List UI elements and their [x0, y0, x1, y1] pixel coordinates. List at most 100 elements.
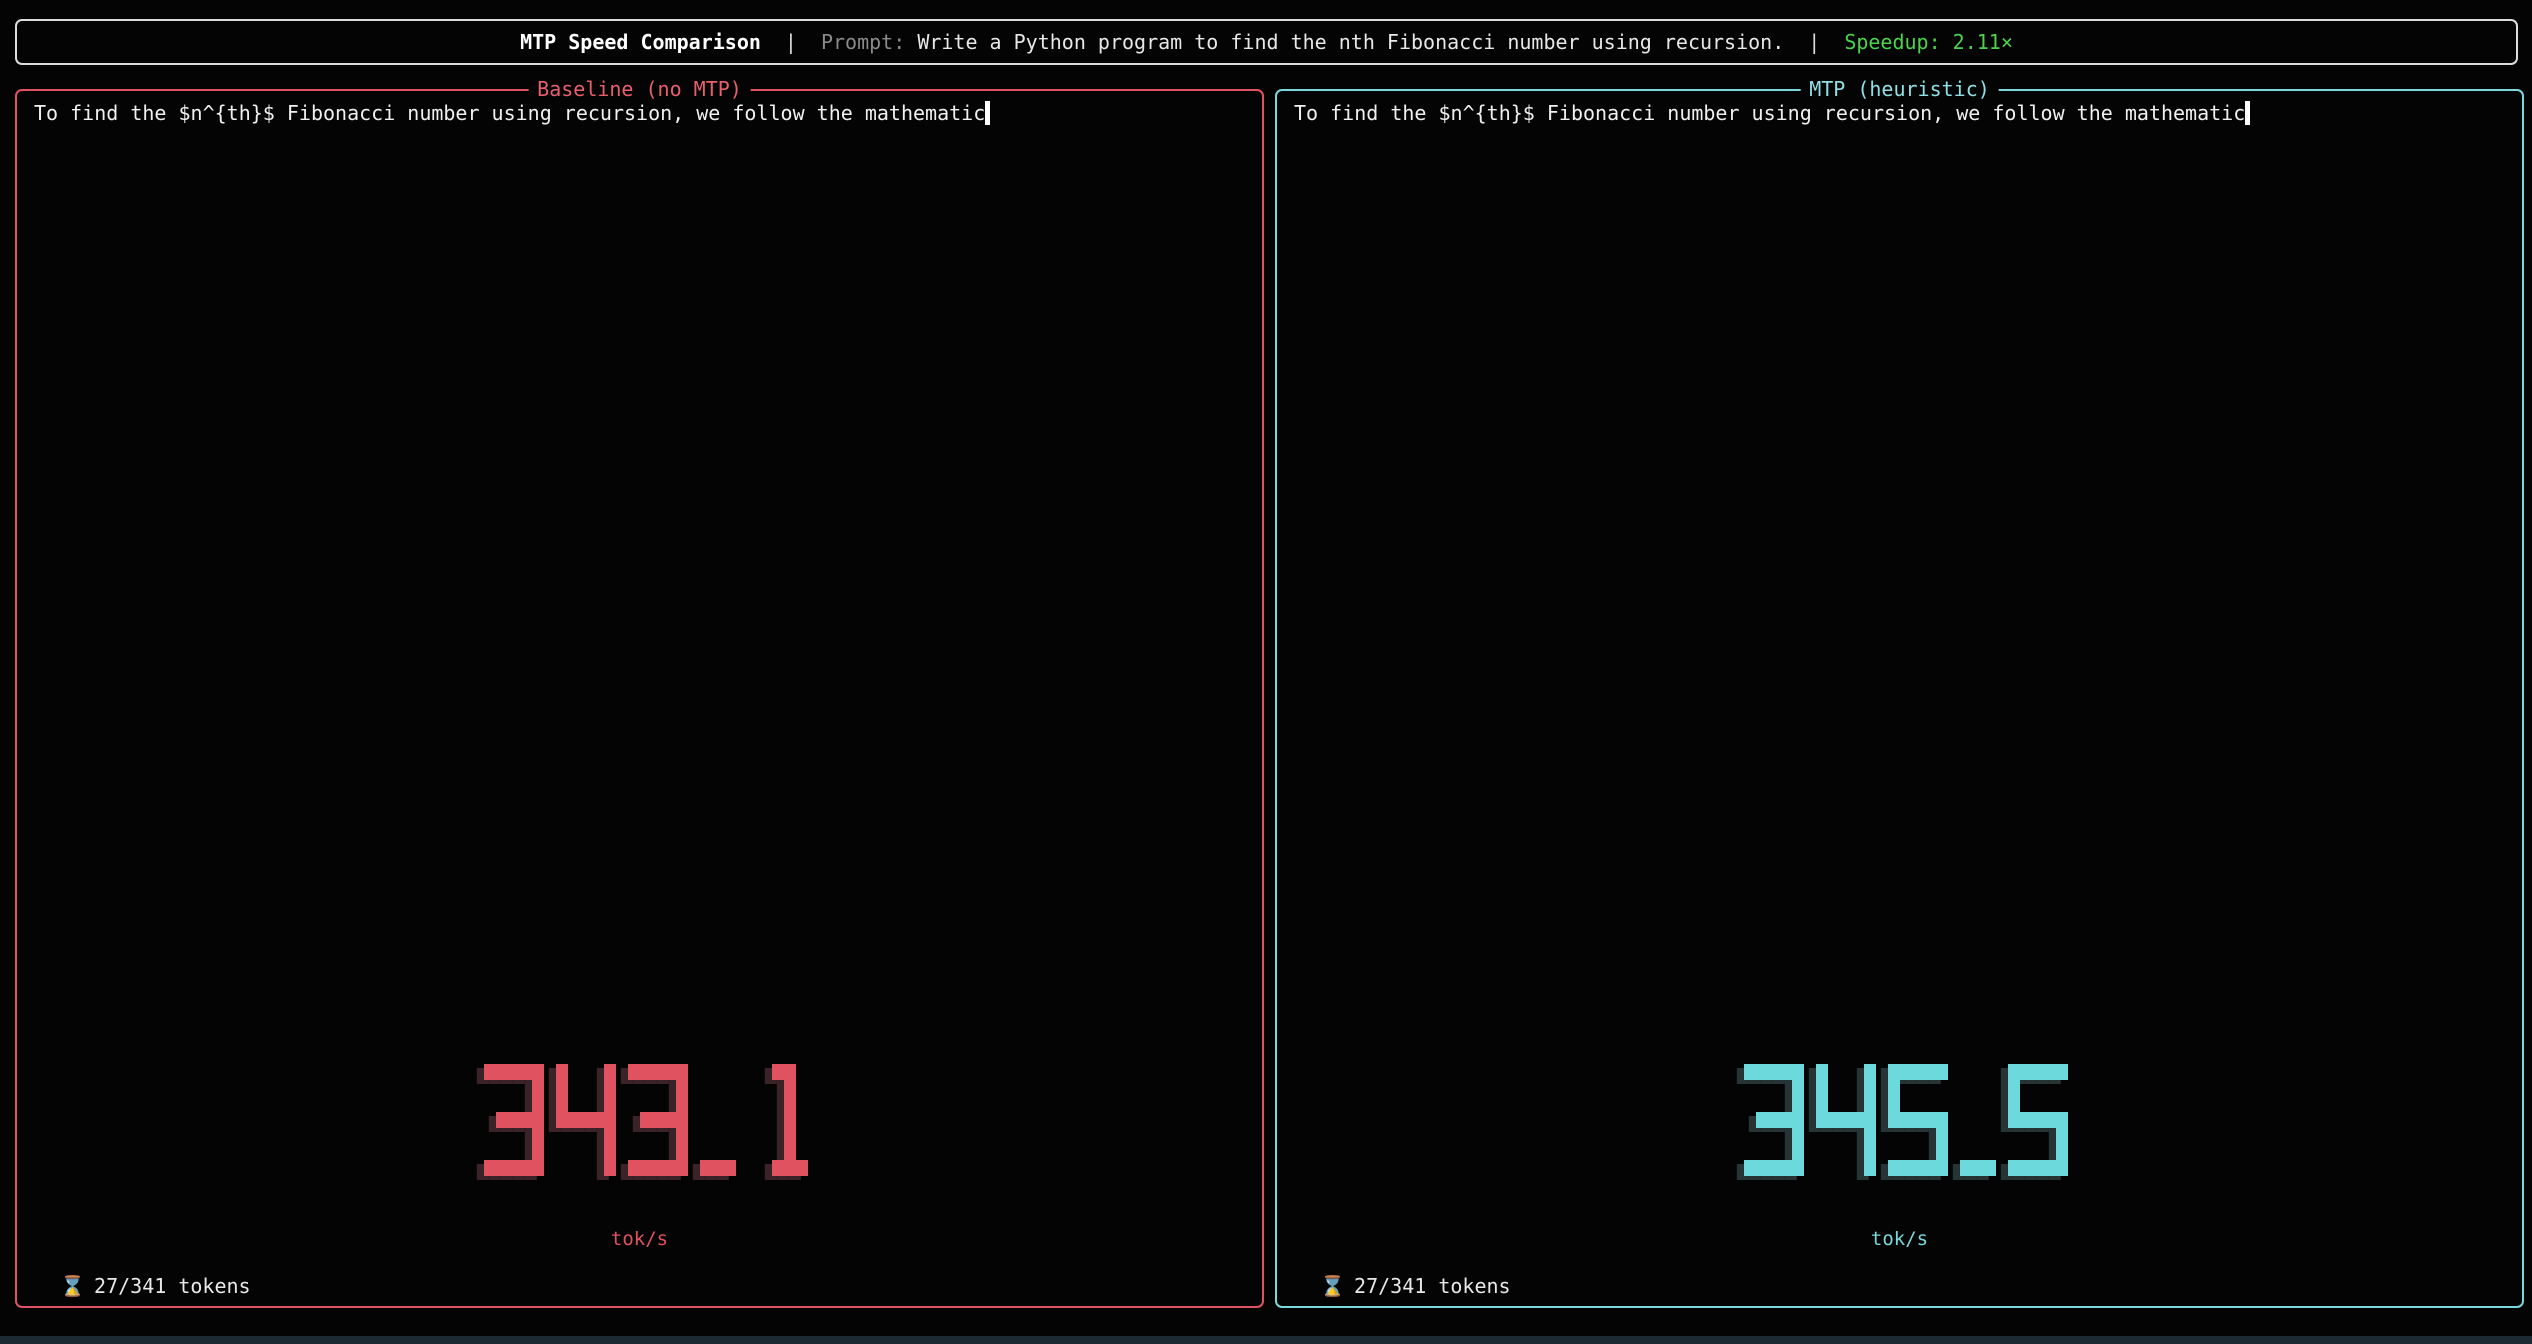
digit-cell [1755, 1160, 1768, 1176]
panel-title: Baseline (no MTP) [528, 77, 751, 101]
digit-cell [1779, 1160, 1792, 1176]
digit-cell [2031, 1064, 2044, 1080]
digit-cell [675, 1144, 688, 1160]
digit-cell [675, 1160, 688, 1176]
digit-cell [675, 1128, 688, 1144]
digit-cell [1863, 1160, 1876, 1176]
digit-cell [1743, 1064, 1756, 1080]
digit-cell [2055, 1064, 2068, 1080]
stream-text: To find the $n^{th}$ Fibonacci number us… [34, 101, 986, 125]
digit-cell [1899, 1160, 1912, 1176]
digit-cell [783, 1144, 796, 1160]
digit-cell [651, 1112, 664, 1128]
digit-cell [1815, 1080, 1828, 1096]
digit-cell [2055, 1160, 2068, 1176]
digit-cell [783, 1128, 796, 1144]
digit-cell [531, 1128, 544, 1144]
digit-cell [1791, 1112, 1804, 1128]
digit-cell [1791, 1080, 1804, 1096]
digit-cell [1887, 1096, 1900, 1112]
header-separator: | [784, 30, 797, 54]
digit-cell [723, 1160, 736, 1176]
rate-unit-label: tok/s [1870, 1228, 1929, 1250]
digit-glyph [476, 1064, 544, 1180]
digit-cell [639, 1064, 652, 1080]
digit-cell [1935, 1160, 1948, 1176]
digit-cell [1899, 1112, 1912, 1128]
digit-cell [531, 1080, 544, 1096]
digit-cell [651, 1160, 664, 1176]
prompt-label: Prompt: [820, 30, 906, 54]
digit-cell [771, 1064, 784, 1080]
digit-glyph [2000, 1064, 2068, 1180]
digit-cell [1863, 1096, 1876, 1112]
digit-cell [555, 1112, 568, 1128]
digit-cell [651, 1064, 664, 1080]
digit-cell [1851, 1112, 1864, 1128]
digit-cell [2043, 1160, 2056, 1176]
token-progress: ⌛ 27/341 tokens [60, 1274, 251, 1298]
digit-cell [1779, 1064, 1792, 1080]
digit-cell [2007, 1160, 2020, 1176]
digit-cell [1743, 1160, 1756, 1176]
digit-cell [1983, 1160, 1996, 1176]
digit-cell [531, 1096, 544, 1112]
digit-cell [603, 1128, 616, 1144]
digit-cell [1815, 1112, 1828, 1128]
digit-cell [555, 1080, 568, 1096]
digit-cell [1911, 1160, 1924, 1176]
token-progress-label: 27/341 tokens [1354, 1274, 1511, 1298]
token-progress: ⌛ 27/341 tokens [1320, 1274, 1511, 1298]
digit-cell [2055, 1144, 2068, 1160]
digit-cell [603, 1064, 616, 1080]
digit-cell [1767, 1064, 1780, 1080]
digit-cell [711, 1160, 724, 1176]
digit-cell [1935, 1128, 1948, 1144]
digit-cell [555, 1064, 568, 1080]
prompt-text: Write a Python program to find the nth F… [917, 30, 1785, 54]
digit-cell [675, 1096, 688, 1112]
digit-cell [603, 1144, 616, 1160]
decimal-point-glyph [692, 1160, 736, 1180]
digit-cell [771, 1160, 784, 1176]
digit-cell [639, 1160, 652, 1176]
digit-cell [1911, 1064, 1924, 1080]
digit-cell [2043, 1064, 2056, 1080]
digit-cell [1887, 1160, 1900, 1176]
digit-cell [783, 1112, 796, 1128]
digit-cell [1911, 1112, 1924, 1128]
digit-cell [1887, 1064, 1900, 1080]
digit-cell [1899, 1064, 1912, 1080]
digit-cell [495, 1112, 508, 1128]
digit-cell [1863, 1144, 1876, 1160]
digit-cell [1791, 1144, 1804, 1160]
digit-cell [507, 1112, 520, 1128]
digit-cell [1887, 1080, 1900, 1096]
digit-glyph [1736, 1064, 1804, 1180]
digit-cell [1791, 1160, 1804, 1176]
digit-cell [531, 1160, 544, 1176]
digit-cell [675, 1112, 688, 1128]
digit-cell [1935, 1064, 1948, 1080]
digit-cell [663, 1160, 676, 1176]
generated-text-output: To find the $n^{th}$ Fibonacci number us… [34, 100, 991, 126]
rate-unit-label: tok/s [610, 1228, 669, 1250]
terminal-bottom-bar [0, 1336, 2532, 1344]
digit-cell [2007, 1112, 2020, 1128]
digit-cell [2055, 1112, 2068, 1128]
mtp-panel: MTP (heuristic) To find the $n^{th}$ Fib… [1275, 77, 2524, 1308]
digit-cell [519, 1112, 532, 1128]
digit-cell [591, 1112, 604, 1128]
digit-cell [1767, 1160, 1780, 1176]
digit-cell [663, 1064, 676, 1080]
hourglass-icon: ⌛ [1320, 1274, 1345, 1298]
hourglass-icon: ⌛ [60, 1274, 85, 1298]
digit-cell [2019, 1160, 2032, 1176]
tokens-per-second-readout [290, 1064, 990, 1224]
digit-cell [639, 1112, 652, 1128]
digit-cell [507, 1160, 520, 1176]
digit-cell [603, 1112, 616, 1128]
digit-cell [2031, 1112, 2044, 1128]
digit-cell [1755, 1112, 1768, 1128]
digit-cell [603, 1096, 616, 1112]
